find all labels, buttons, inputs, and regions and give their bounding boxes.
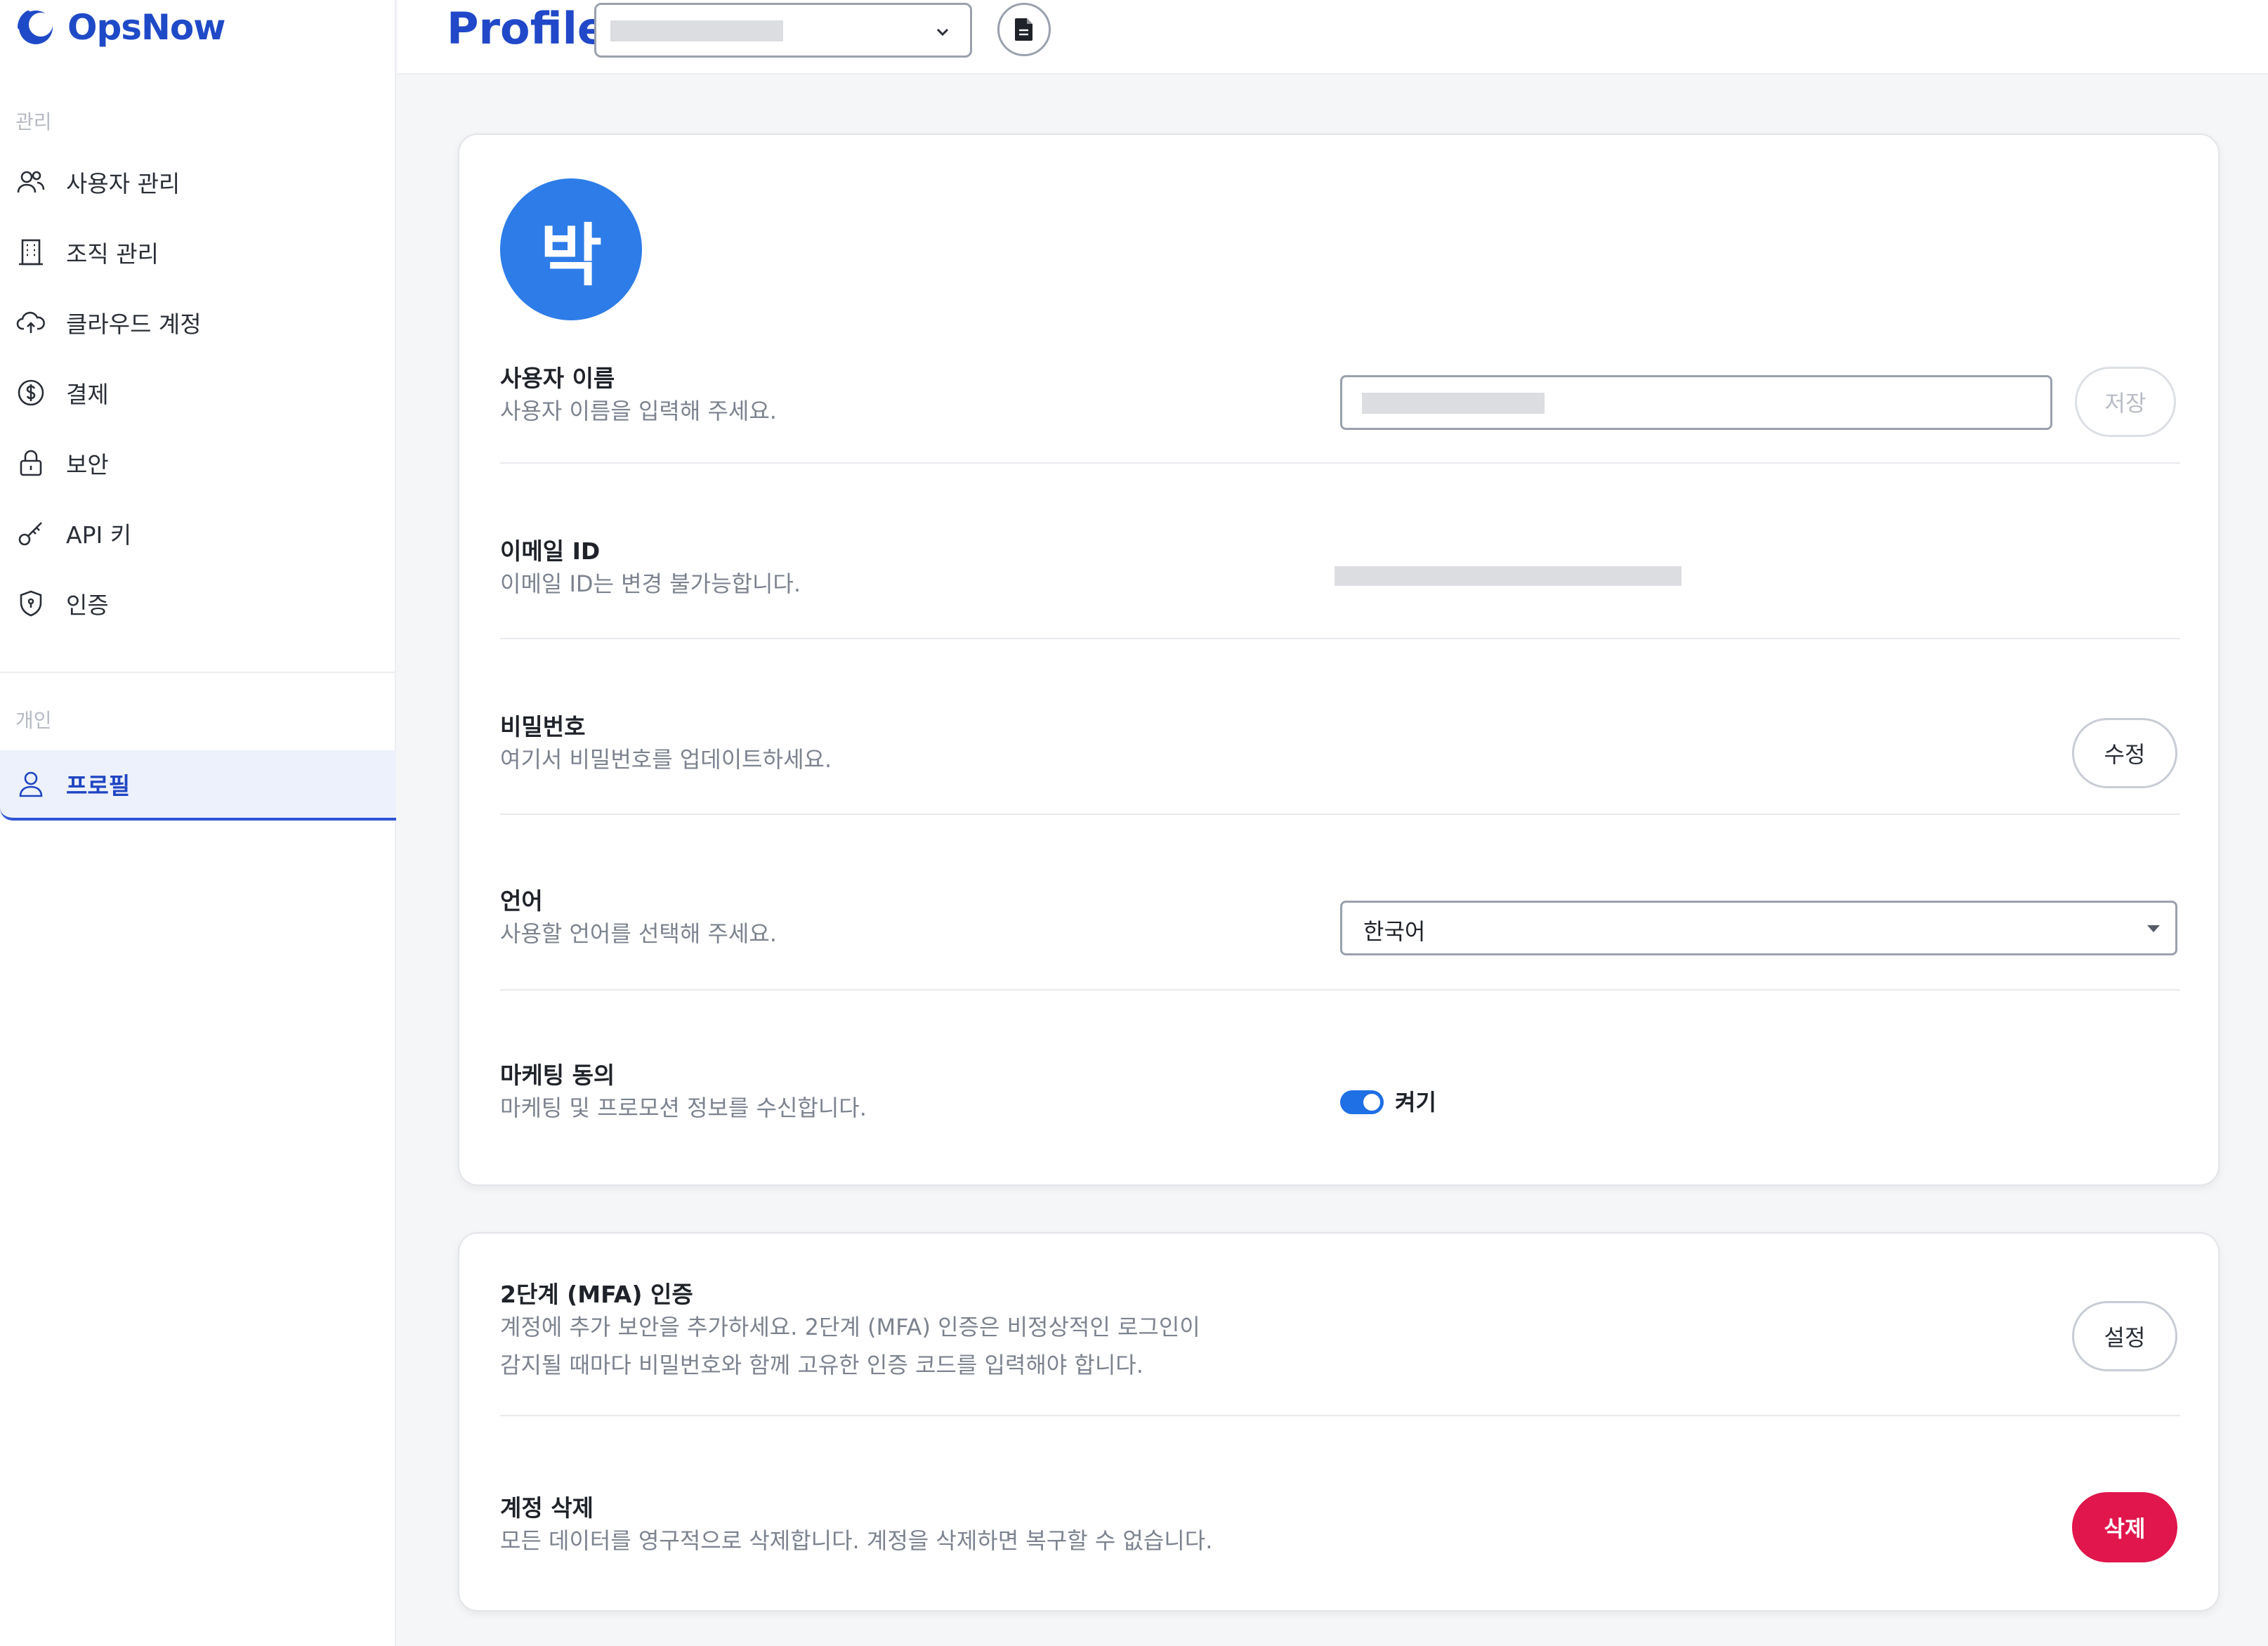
key-icon: [15, 518, 46, 549]
delete-account-button[interactable]: 삭제: [2072, 1492, 2177, 1562]
password-row: 비밀번호 여기서 비밀번호를 업데이트하세요.: [500, 708, 2180, 799]
email-value: redacted: [1335, 566, 1682, 586]
section-label-manage: 관리: [15, 110, 52, 133]
sidebar-item-security[interactable]: 보안: [0, 430, 396, 496]
delete-account-title: 계정 삭제: [500, 1494, 594, 1522]
app-logo[interactable]: OpsNow: [13, 6, 225, 49]
user-icon: [15, 769, 46, 799]
shield-icon: [15, 588, 46, 619]
sidebar-item-label: 결제: [66, 381, 109, 408]
lock-icon: [15, 448, 46, 478]
sidebar-item-label: 조직 관리: [66, 240, 159, 268]
dollar-icon: [15, 377, 46, 408]
row-divider: [500, 638, 2180, 639]
security-card: 2단계 (MFA) 인증 계정에 추가 보안을 추가하세요. 2단계 (MFA)…: [458, 1232, 2220, 1612]
password-desc: 여기서 비밀번호를 업데이트하세요.: [500, 746, 832, 773]
toggle-knob: [1363, 1094, 1380, 1111]
sidebar-item-users[interactable]: 사용자 관리: [0, 149, 396, 215]
building-icon: [15, 237, 46, 268]
mfa-row: 2단계 (MFA) 인증 계정에 추가 보안을 추가하세요. 2단계 (MFA)…: [500, 1276, 2180, 1395]
document-button[interactable]: [997, 3, 1051, 56]
avatar: 박: [500, 178, 642, 320]
logo-text: OpsNow: [67, 7, 225, 48]
delete-account-desc: 모든 데이터를 영구적으로 삭제합니다. 계정을 삭제하면 복구할 수 없습니다…: [500, 1527, 1213, 1554]
users-icon: [15, 166, 46, 197]
sidebar-item-label: API 키: [66, 521, 132, 549]
email-title: 이메일 ID: [500, 537, 601, 565]
save-button[interactable]: 저장: [2075, 367, 2176, 437]
sidebar-item-label: 클라우드 계정: [66, 311, 202, 338]
sidebar-item-cloud-accounts[interactable]: 클라우드 계정: [0, 289, 396, 355]
marketing-toggle[interactable]: [1340, 1090, 1384, 1114]
sidebar-item-label: 보안: [66, 451, 109, 478]
sidebar: OpsNow 관리 사용자 관리 조직 관리 클라우드 계정 결제 보안 API…: [0, 0, 396, 1646]
username-input-value: redacted: [1362, 393, 1545, 414]
opsnow-logo-icon: [17, 11, 53, 44]
row-divider: [500, 462, 2180, 464]
mfa-setup-button[interactable]: 설정: [2072, 1301, 2177, 1371]
page-title: Profile: [447, 3, 607, 54]
sidebar-item-api-keys[interactable]: API 키: [0, 500, 396, 566]
organization-select-value: redacted: [610, 20, 783, 41]
marketing-toggle-label: 켜기: [1395, 1089, 1436, 1116]
cloud-icon: [15, 307, 46, 338]
sidebar-item-organization[interactable]: 조직 관리: [0, 219, 396, 285]
email-desc: 이메일 ID는 변경 불가능합니다.: [500, 570, 801, 597]
row-divider: [500, 1415, 2180, 1416]
username-desc: 사용자 이름을 입력해 주세요.: [500, 398, 777, 424]
sidebar-item-profile[interactable]: 프로필: [0, 750, 396, 821]
profile-card: 박 사용자 이름 사용자 이름을 입력해 주세요. redacted 저장 이메…: [458, 133, 2220, 1186]
row-divider: [500, 814, 2180, 815]
password-title: 비밀번호: [500, 713, 586, 740]
sidebar-item-billing[interactable]: 결제: [0, 360, 396, 426]
language-title: 언어: [500, 887, 543, 915]
language-select-value: 한국어: [1363, 918, 1426, 945]
sidebar-divider: [0, 672, 396, 673]
delete-account-row: 계정 삭제 모든 데이터를 영구적으로 삭제합니다. 계정을 삭제하면 복구할 …: [500, 1489, 2180, 1581]
organization-select[interactable]: redacted: [594, 3, 972, 58]
section-label-personal: 개인: [15, 709, 52, 732]
mfa-desc-line1: 계정에 추가 보안을 추가하세요. 2단계 (MFA) 인증은 비정상적인 로그…: [500, 1314, 1200, 1340]
mfa-desc-line2: 감지될 때마다 비밀번호와 함께 고유한 인증 코드를 입력해야 합니다.: [500, 1352, 1143, 1378]
sidebar-item-authentication[interactable]: 인증: [0, 570, 396, 636]
top-header: Profile redacted: [398, 0, 2268, 74]
username-title: 사용자 이름: [500, 365, 615, 392]
marketing-title: 마케팅 동의: [500, 1062, 615, 1089]
sidebar-item-label: 프로필: [66, 772, 131, 799]
sidebar-item-label: 인증: [66, 592, 109, 619]
caret-down-icon: [2147, 925, 2160, 932]
mfa-title: 2단계 (MFA) 인증: [500, 1281, 693, 1308]
chevron-down-icon: [936, 28, 949, 37]
marketing-desc: 마케팅 및 프로모션 정보를 수신합니다.: [500, 1095, 867, 1121]
document-icon: [1015, 18, 1033, 41]
sidebar-item-label: 사용자 관리: [66, 170, 181, 197]
row-divider: [500, 989, 2180, 991]
edit-password-button[interactable]: 수정: [2072, 718, 2177, 788]
username-input[interactable]: redacted: [1340, 375, 2052, 430]
language-select[interactable]: 한국어: [1340, 901, 2177, 955]
language-desc: 사용할 언어를 선택해 주세요.: [500, 920, 777, 947]
